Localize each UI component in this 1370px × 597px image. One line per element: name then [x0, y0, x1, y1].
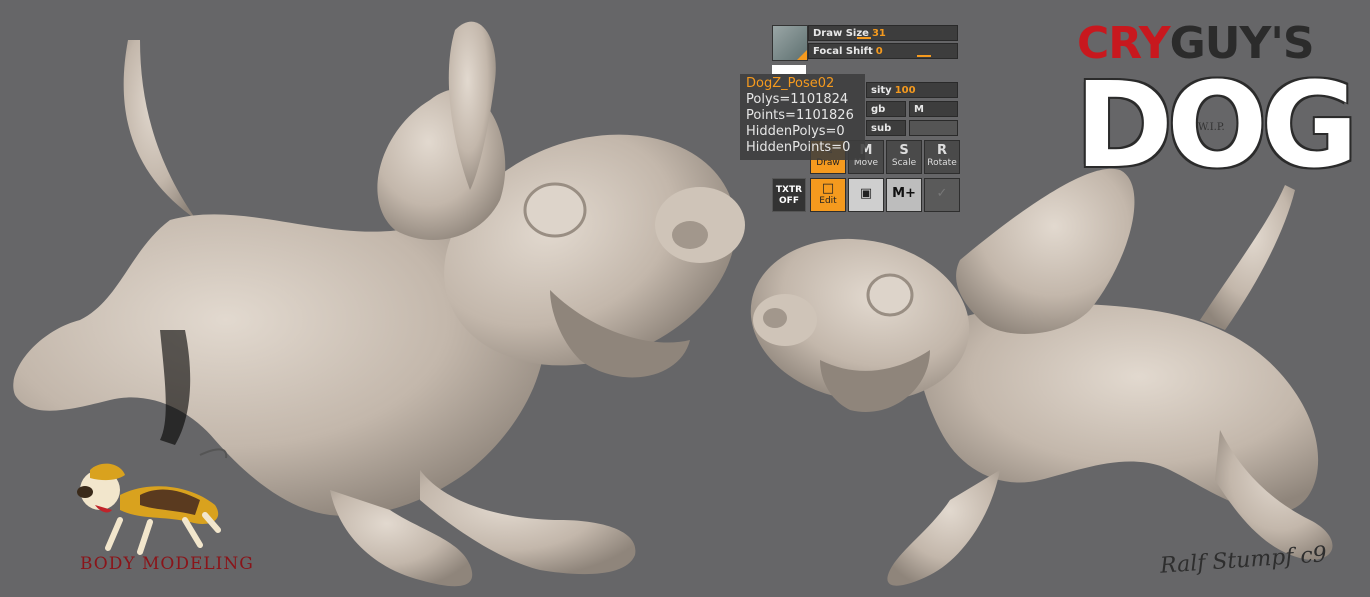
- cryguys-dog-logo: CRYGUY'S DOG W.I.P.: [1075, 18, 1360, 188]
- m-button[interactable]: M: [909, 101, 958, 117]
- logo-wip: W.I.P.: [1198, 122, 1225, 133]
- zbrush-tool-panel: Draw Size 31 Focal Shift 0 sity 100 gb M su…: [740, 22, 960, 214]
- draw-size-slider[interactable]: Draw Size 31: [808, 25, 958, 41]
- points-count: Points=1101826: [746, 108, 854, 123]
- scale-label: Scale: [891, 158, 917, 168]
- mplus-icon: M+: [892, 186, 916, 201]
- zsub-spare: [909, 120, 958, 136]
- polys-count: Polys=1101824: [746, 92, 849, 107]
- mesh-info-tooltip: DogZ_Pose02 Polys=1101824 Points=1101826…: [740, 74, 865, 160]
- camera-snapshot-button[interactable]: ▣: [848, 178, 884, 212]
- intensity-value: 100: [894, 85, 916, 96]
- focal-shift-slider[interactable]: Focal Shift 0: [808, 43, 958, 59]
- texture-off-button[interactable]: TXTR OFF: [772, 178, 806, 212]
- scale-icon: S: [899, 143, 909, 158]
- rgb-label: gb: [871, 104, 886, 115]
- edit-label: Edit: [819, 196, 837, 206]
- rotate-mode-button[interactable]: R Rotate: [924, 140, 960, 174]
- zsub-button[interactable]: sub: [866, 120, 906, 136]
- rotate-label: Rotate: [927, 158, 957, 168]
- cartoon-dog-illustration: [77, 448, 228, 555]
- focal-shift-value: 0: [875, 46, 883, 57]
- txtr-off-label: TXTR OFF: [775, 185, 803, 206]
- m-label: M: [914, 104, 924, 115]
- hidden-points-count: HiddenPoints=0: [746, 140, 851, 155]
- draw-size-value: 31: [871, 28, 886, 39]
- tool-name: DogZ_Pose02: [746, 76, 835, 91]
- body-modeling-caption: BODY MODELING: [80, 554, 254, 574]
- zsub-label: sub: [871, 123, 892, 134]
- dog-sculpt-right: [750, 168, 1333, 586]
- mplus-button[interactable]: M+: [886, 178, 922, 212]
- scale-mode-button[interactable]: S Scale: [886, 140, 922, 174]
- hidden-polys-count: HiddenPolys=0: [746, 124, 845, 139]
- check-icon: ✓: [936, 186, 948, 201]
- tool-thumbnail[interactable]: [772, 25, 808, 61]
- edit-icon: □: [821, 181, 835, 196]
- color-swatch[interactable]: [772, 65, 806, 74]
- intensity-slider[interactable]: sity 100: [866, 82, 958, 98]
- rgb-button[interactable]: gb: [866, 101, 906, 117]
- camera-icon: ▣: [859, 186, 873, 201]
- rotate-icon: R: [936, 143, 947, 158]
- confirm-button[interactable]: ✓: [924, 178, 960, 212]
- edit-mode-button[interactable]: □ Edit: [810, 178, 846, 212]
- focal-shift-label: Focal Shift: [813, 46, 873, 57]
- intensity-label: sity: [871, 85, 892, 96]
